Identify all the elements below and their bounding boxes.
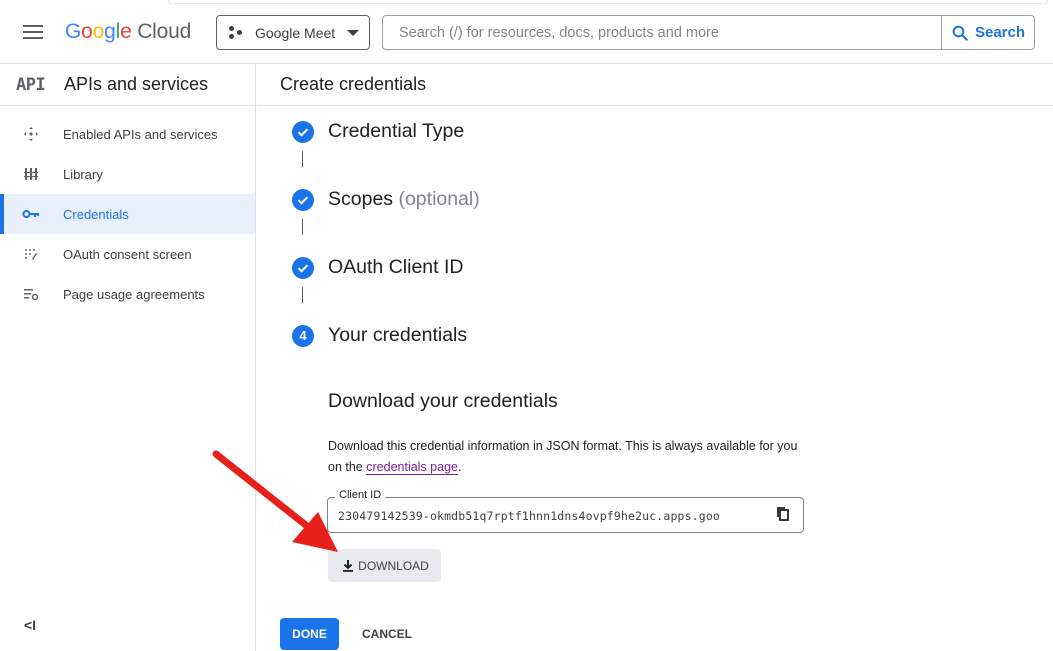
sidebar-item-label: Enabled APIs and services (63, 126, 218, 142)
logo-google: Google (65, 20, 132, 43)
search-bar: Search (382, 15, 1035, 50)
page-title: Create credentials (280, 74, 427, 94)
step-credential-type[interactable]: Credential Type (292, 120, 464, 143)
done-button[interactable]: DONE (280, 618, 339, 650)
search-button-label: Search (974, 24, 1026, 41)
caret-down-icon (347, 29, 360, 36)
main-menu-icon[interactable] (22, 22, 44, 42)
sidebar-item-credentials[interactable]: Credentials (0, 194, 255, 234)
sidebar-item-label: Credentials (63, 206, 129, 222)
library-icon (0, 166, 63, 182)
step-title: Credential Type (328, 120, 465, 142)
client-id-value[interactable]: 230479142539-okmdb51q7rptf1hnn1dns4ovpf9… (338, 509, 720, 523)
sidebar-header: API APIs and services (0, 64, 255, 106)
step-scopes[interactable]: Scopes (optional) (292, 188, 480, 211)
oauth-icon (0, 246, 63, 262)
sidebar-item-library[interactable]: Library (0, 154, 255, 194)
sidebar-nav: Enabled APIs and services Library Creden… (0, 114, 255, 314)
sidebar-item-label: Page usage agreements (63, 286, 205, 302)
copy-icon[interactable] (775, 506, 793, 524)
sidebar-item-oauth-consent[interactable]: OAuth consent screen (0, 234, 255, 274)
step-connector (302, 219, 303, 235)
annotation-arrow-icon (212, 450, 338, 552)
api-badge: API (16, 74, 46, 95)
project-name: Google Meet (255, 24, 336, 41)
download-section-title: Download your credentials (328, 390, 558, 412)
project-icon (229, 25, 245, 41)
step-your-credentials[interactable]: 4 Your credentials (292, 324, 467, 347)
sidebar-item-label: OAuth consent screen (63, 246, 192, 262)
download-desc-end: . (457, 460, 462, 474)
sidebar-title: APIs and services (64, 74, 209, 94)
enabled-apis-icon (0, 126, 63, 142)
project-selector[interactable]: Google Meet (216, 15, 370, 50)
key-icon (0, 208, 63, 220)
check-circle-icon (292, 188, 314, 211)
page-header: Create credentials (257, 64, 1053, 106)
logo-cloud: Cloud (137, 20, 192, 43)
search-button[interactable]: Search (941, 16, 1034, 49)
browser-edge (168, 0, 1048, 4)
client-id-field[interactable]: Client ID 230479142539-okmdb51q7rptf1hnn… (327, 489, 804, 533)
step-title: Your credentials (328, 324, 468, 346)
step-connector (302, 287, 303, 303)
top-bar: Google Cloud Google Meet Search (0, 0, 1053, 64)
cancel-button[interactable]: CANCEL (351, 618, 423, 650)
check-circle-icon (292, 256, 314, 279)
download-button-label: DOWNLOAD (358, 558, 429, 573)
search-input[interactable] (383, 16, 941, 49)
sidebar-item-enabled-apis[interactable]: Enabled APIs and services (0, 114, 255, 154)
step-title-text: Scopes (328, 188, 394, 210)
collapse-sidebar-button[interactable]: <I (24, 617, 36, 633)
step-optional-label: (optional) (398, 188, 480, 210)
step-connector (302, 151, 303, 167)
sidebar-item-page-usage[interactable]: Page usage agreements (0, 274, 255, 314)
check-circle-icon (292, 120, 314, 143)
step-oauth-client-id[interactable]: OAuth Client ID (292, 256, 463, 279)
step-title: Scopes (optional) (328, 188, 480, 211)
sidebar-item-label: Library (63, 166, 103, 182)
settings-list-icon (0, 286, 63, 302)
search-icon (952, 25, 968, 41)
step-title: OAuth Client ID (328, 256, 464, 278)
credentials-page-link[interactable]: credentials page (366, 460, 458, 475)
google-cloud-logo[interactable]: Google Cloud (65, 20, 191, 44)
download-description: Download this credential information in … (328, 436, 808, 478)
step-number: 4 (292, 324, 314, 347)
